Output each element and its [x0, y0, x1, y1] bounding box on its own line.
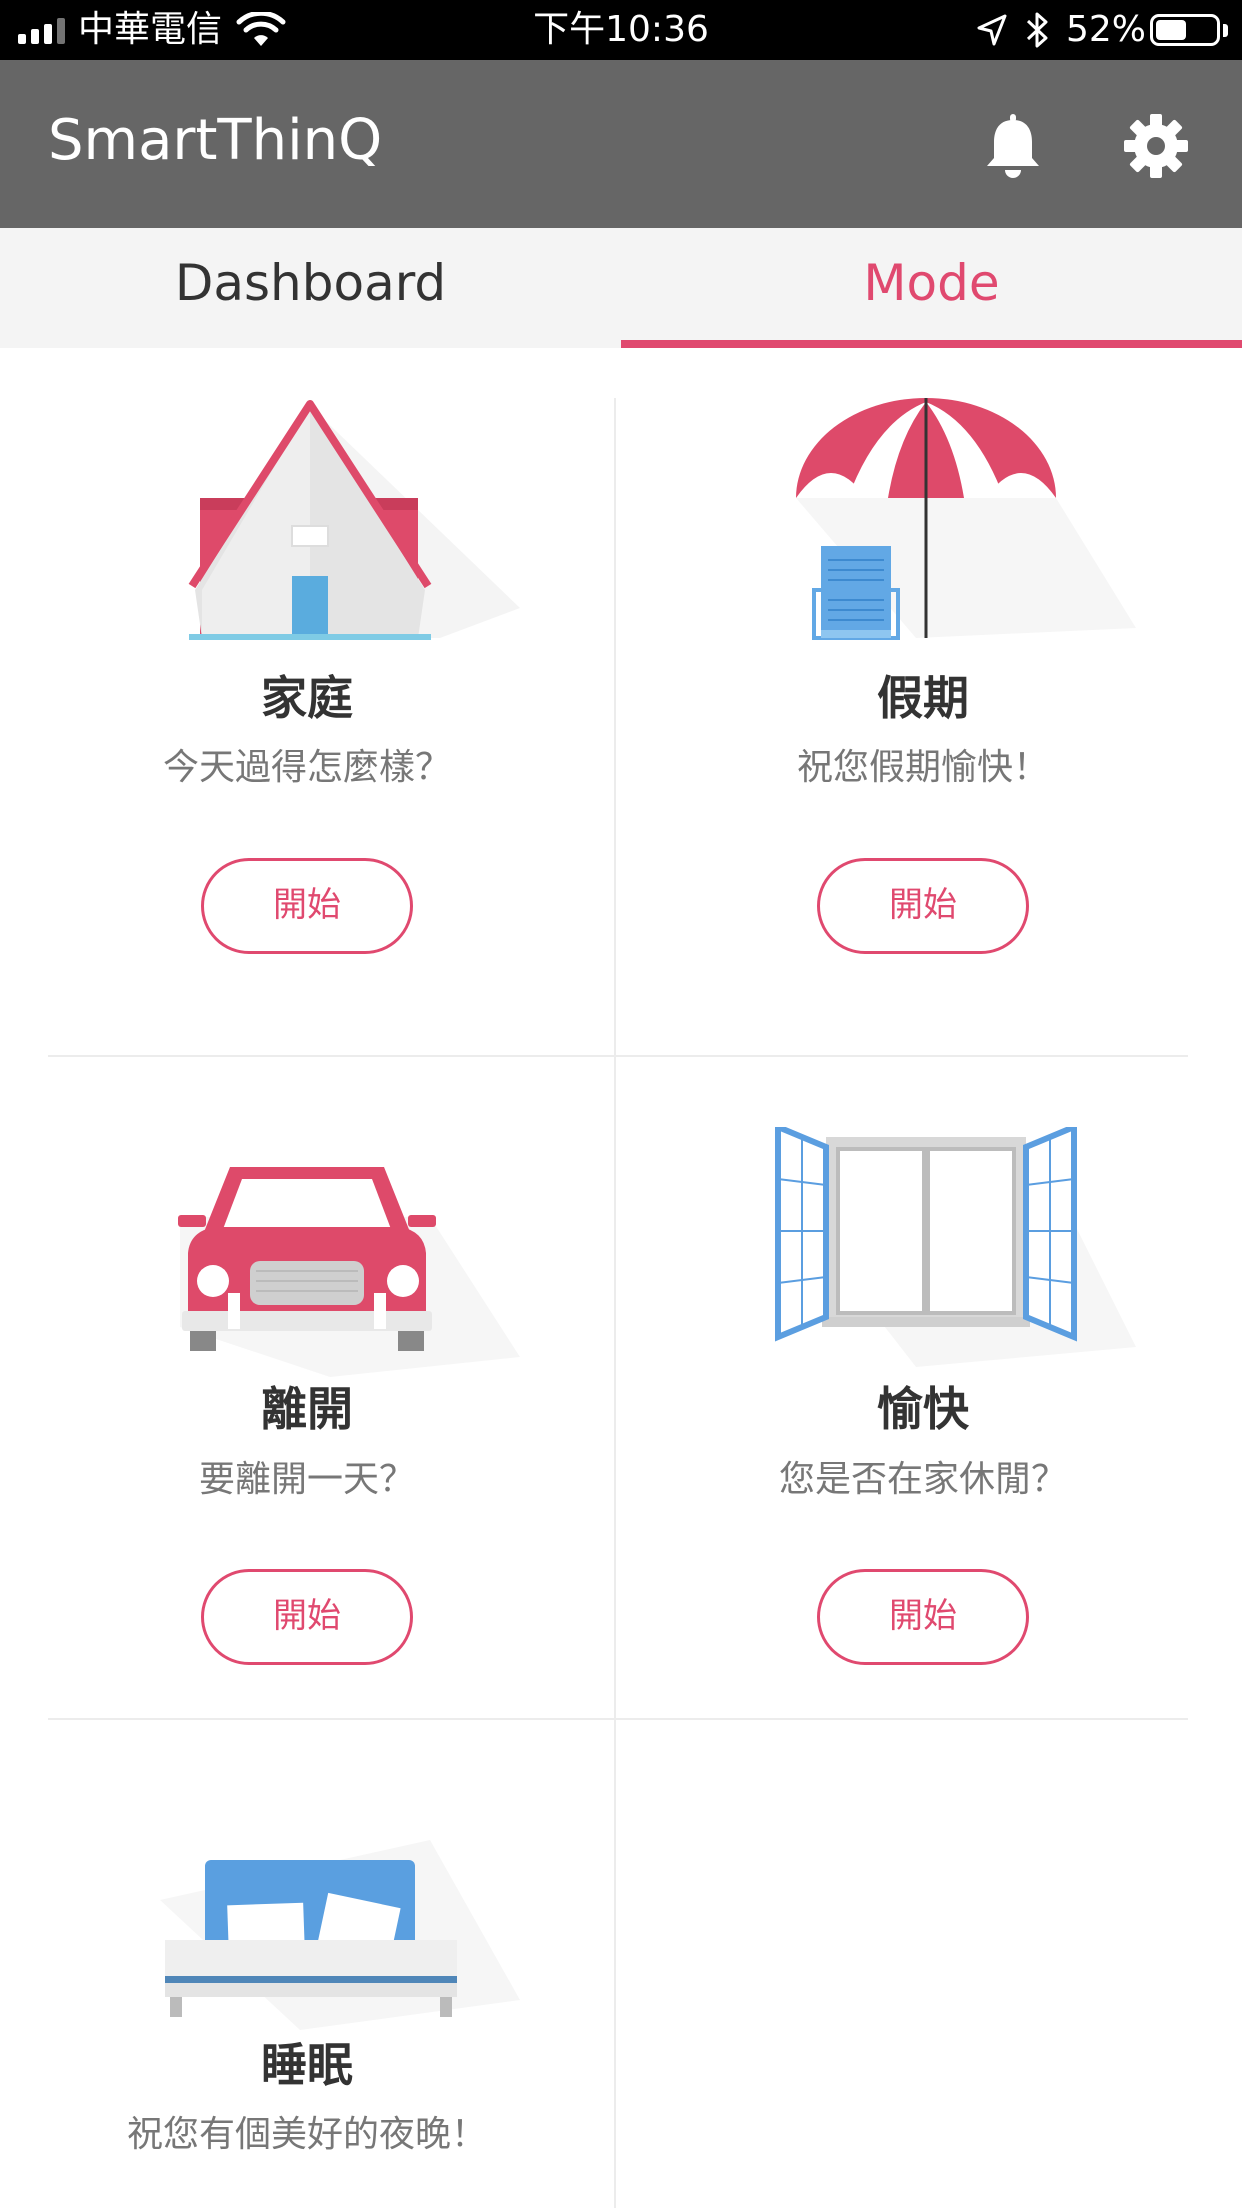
- mode-title: 離開: [261, 1382, 353, 1436]
- umbrella-icon: [796, 398, 1136, 640]
- battery-percent: 52%: [1066, 9, 1147, 50]
- mode-subtitle: 您是否在家休閒？: [778, 1459, 1067, 1500]
- start-button-vacation[interactable]: 開始: [817, 858, 1029, 954]
- bell-icon[interactable]: [982, 112, 1044, 180]
- house-icon: [188, 400, 520, 640]
- tab-bar: Dashboard Mode: [0, 228, 1242, 348]
- app-title: SmartThinQ: [48, 108, 383, 173]
- mode-card-relax: 愉快 您是否在家休閒？ 開始: [616, 1057, 1230, 1718]
- mode-title: 假期: [877, 671, 969, 725]
- gear-icon[interactable]: [1122, 112, 1190, 180]
- mode-subtitle: 要離開一天？: [198, 1459, 415, 1500]
- mode-card-vacation: 假期 祝您假期愉快！ 開始: [616, 398, 1230, 1055]
- mode-card-sleep: 睡眠 祝您有個美好的夜晚！: [0, 1720, 614, 2208]
- mode-card-home: 家庭 今天過得怎麼樣？ 開始: [0, 398, 614, 1055]
- tab-selected-indicator: [621, 340, 1242, 348]
- tab-mode[interactable]: Mode: [621, 228, 1242, 348]
- mode-card-away: 離開 要離開一天？ 開始: [0, 1057, 614, 1718]
- mode-title: 愉快: [877, 1382, 969, 1436]
- start-button-relax[interactable]: 開始: [817, 1569, 1029, 1665]
- mode-subtitle: 祝您有個美好的夜晚！: [126, 2114, 487, 2155]
- bluetooth-icon: [1026, 12, 1048, 48]
- mode-title: 家庭: [261, 671, 353, 725]
- mode-title: 睡眠: [261, 2038, 353, 2092]
- tab-dashboard[interactable]: Dashboard: [0, 228, 621, 348]
- status-bar: 中華電信 下午10:36 52%: [0, 0, 1242, 60]
- start-button-home[interactable]: 開始: [201, 858, 413, 954]
- clock: 下午10:36: [533, 9, 709, 50]
- mode-subtitle: 今天過得怎麼樣？: [162, 747, 451, 788]
- mode-subtitle: 祝您假期愉快！: [796, 747, 1049, 788]
- location-arrow-icon: [977, 14, 1007, 46]
- app-header: SmartThinQ: [0, 60, 1242, 228]
- battery-icon: [1150, 14, 1220, 46]
- start-button-away[interactable]: 開始: [201, 1569, 413, 1665]
